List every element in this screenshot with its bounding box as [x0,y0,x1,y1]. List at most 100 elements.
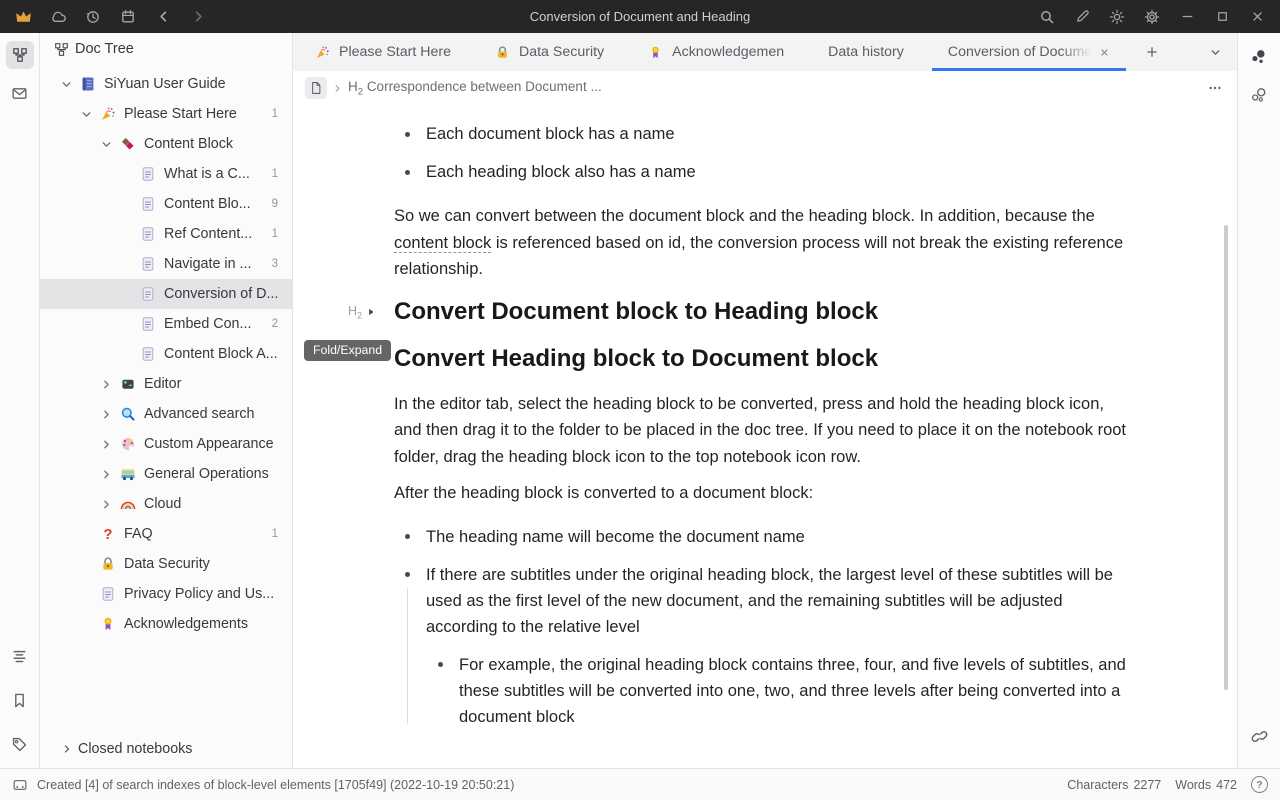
tree-item-ref-content[interactable]: Ref Content... 1 [40,219,292,249]
tree-item-general-operations[interactable]: General Operations [40,459,292,489]
back-icon[interactable] [150,4,176,30]
tree-item-navigate-in[interactable]: Navigate in ... 3 [40,249,292,279]
help-icon[interactable]: ? [1251,776,1268,793]
chevron-down-icon[interactable] [94,138,118,151]
list-item: For example, the original heading block … [427,652,1131,730]
tree-item-content-block-a[interactable]: Content Block A... [40,339,292,369]
tree-item-advanced-search[interactable]: Advanced search [40,399,292,429]
words-label: Words [1175,778,1211,792]
tree-item-data-security[interactable]: Data Security [40,549,292,579]
more-options-icon[interactable] [1207,80,1223,96]
tab-conversion-of-document-active[interactable]: Conversion of Docume [926,33,1132,71]
gutter-number: 2 [357,310,362,320]
medal-icon [98,616,118,632]
party-popper-icon [315,45,330,60]
tree-item-count: 2 [272,318,278,330]
party-popper-icon [98,106,118,122]
document-icon [98,586,118,602]
tree-item-privacy-policy[interactable]: Privacy Policy and Us... [40,579,292,609]
chevron-down-icon[interactable] [54,78,78,91]
tree-item-label: What is a C... [164,166,264,182]
outline-dock-icon[interactable] [6,642,34,670]
tab-data-history[interactable]: Data history [806,33,926,71]
chevron-right-icon[interactable] [94,438,118,451]
breadcrumb-heading-crumb[interactable]: H2 Correspondence between Document ... [348,79,602,98]
tab-acknowledgements[interactable]: Acknowledgemen [626,33,806,71]
data-history-icon[interactable] [80,4,106,30]
tab-data-security[interactable]: Data Security [473,33,626,71]
document-icon [138,316,158,332]
lock-icon [98,556,118,572]
words-counter: Words472 [1175,778,1237,792]
closed-notebooks-row[interactable]: Closed notebooks [40,734,292,764]
tree-item-please-start-here[interactable]: Please Start Here 1 [40,99,292,129]
notebook-icon [78,76,98,92]
tree-item-siyuan-user-guide[interactable]: SiYuan User Guide [40,69,292,99]
new-tab-button[interactable] [1132,33,1172,71]
window-minimize-button[interactable] [1174,4,1200,30]
tab-label: Acknowledgemen [672,44,784,60]
breadcrumb: H2 Correspondence between Document ... [293,71,1237,105]
heading-block: H2 Fold/Expand Convert Document block to… [394,297,1131,327]
titlebar: Conversion of Document and Heading [0,0,1280,33]
document-file-icon[interactable] [305,77,327,99]
vertical-scrollbar[interactable] [1224,225,1228,690]
tree-item-embed-con[interactable]: Embed Con... 2 [40,309,292,339]
tree-item-conversion-of-d-selected[interactable]: Conversion of D... [40,279,292,309]
sync-cloud-icon[interactable] [45,4,71,30]
chevron-down-icon[interactable] [74,108,98,121]
global-search-icon[interactable] [1034,4,1060,30]
tree-item-what-is-a-c[interactable]: What is a C... 1 [40,159,292,189]
chevron-right-icon[interactable] [94,408,118,421]
tree-item-custom-appearance[interactable]: Custom Appearance [40,429,292,459]
tab-label: Conversion of Docume [948,44,1092,60]
edit-mode-pencil-icon[interactable] [1069,4,1095,30]
chevron-right-icon[interactable] [94,498,118,511]
editor-content[interactable]: Each document block has a name Each head… [293,105,1237,768]
tree-item-label: Navigate in ... [164,256,264,272]
global-graph-dock-icon[interactable] [1245,81,1273,109]
settings-gear-icon[interactable] [1139,4,1165,30]
lock-icon [495,45,510,60]
blocks-icon [118,136,138,152]
tag-dock-icon[interactable] [6,730,34,758]
bottom-dock-toggle-icon[interactable] [12,777,28,793]
window-maximize-button[interactable] [1209,4,1235,30]
tab-close-icon[interactable] [1099,47,1110,58]
tab-list-chevron-button[interactable] [1193,33,1237,71]
window-close-button[interactable] [1244,4,1270,30]
characters-label: Characters [1067,778,1128,792]
magnifier-icon [118,406,138,422]
bus-icon [118,466,138,482]
heading-level-badge: H2 [348,304,362,321]
tree-item-editor[interactable]: Editor [40,369,292,399]
workspace-crown-icon[interactable] [10,4,36,30]
forward-icon[interactable] [185,4,211,30]
daily-note-calendar-icon[interactable] [115,4,141,30]
chevron-right-icon[interactable] [94,468,118,481]
doc-tree-icon [54,42,69,57]
tree-item-acknowledgements[interactable]: Acknowledgements [40,609,292,639]
graph-dock-icon[interactable] [1245,43,1273,71]
tab-please-start-here[interactable]: Please Start Here [293,33,473,71]
tree-item-content-blo[interactable]: Content Blo... 9 [40,189,292,219]
list-item-text: Each document block has a name [426,125,675,143]
app-window: Conversion of Document and Heading [0,0,1280,800]
rainbow-icon [118,496,138,512]
tree-item-cloud[interactable]: Cloud [40,489,292,519]
doc-tree: SiYuan User Guide Please Start Here 1 Co… [40,65,292,734]
heading-gutter[interactable]: H2 [348,304,377,321]
bookmark-dock-icon[interactable] [6,686,34,714]
chevron-right-icon[interactable] [94,378,118,391]
inbox-mail-icon[interactable] [6,79,34,107]
document-icon [138,196,158,212]
fold-triangle-icon[interactable] [365,306,377,318]
tree-item-faq[interactable]: ? FAQ 1 [40,519,292,549]
theme-sun-icon[interactable] [1104,4,1130,30]
list-item: If there are subtitles under the origina… [394,562,1131,730]
tree-item-count: 1 [272,528,278,540]
block-ref-link[interactable]: content block [394,234,491,253]
doc-tree-dock-icon[interactable] [6,41,34,69]
tree-item-content-block[interactable]: Content Block [40,129,292,159]
backlinks-link-icon[interactable] [1245,722,1273,750]
